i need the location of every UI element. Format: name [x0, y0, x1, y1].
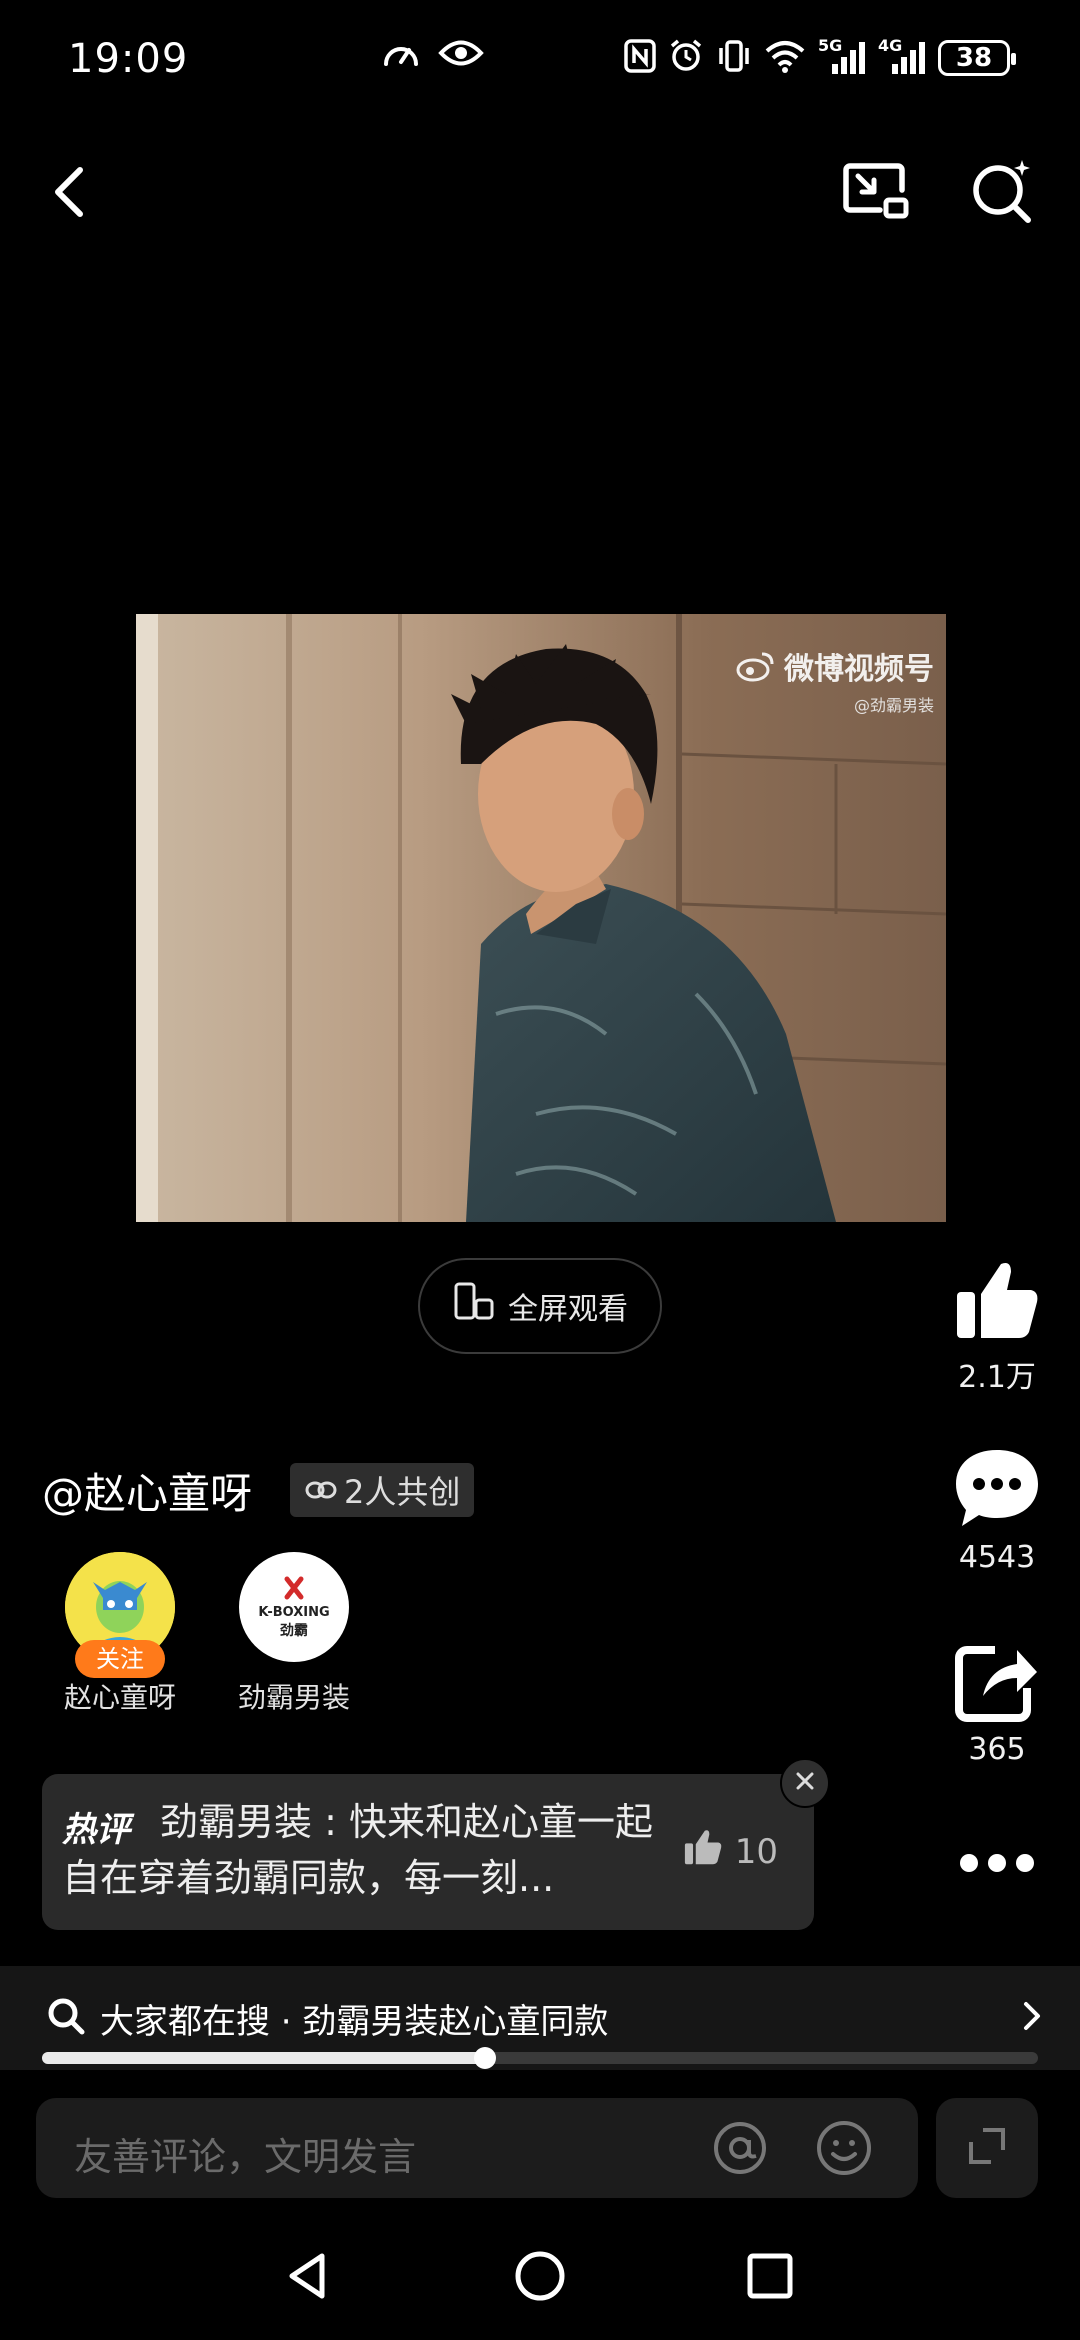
fullscreen-button[interactable]: 全屏观看 — [418, 1258, 662, 1354]
progress-fill — [42, 2052, 486, 2064]
hot-comment-card[interactable]: 热评 劲霸男装 : 快来和赵心童一起自在穿着劲霸同款，每一刻... 10 — [42, 1774, 814, 1930]
emoji-icon[interactable] — [814, 2118, 874, 2182]
avatar[interactable]: 关注 — [65, 1552, 175, 1678]
watermark-brand: 微博视频号 — [784, 652, 934, 687]
eye-icon — [438, 38, 484, 72]
comment-bubble-icon — [952, 1450, 1042, 1534]
cocreate-label: 2人共创 — [344, 1473, 461, 1511]
comment-count: 4543 — [958, 1540, 1036, 1575]
nfc-icon — [624, 39, 656, 77]
search-icon — [46, 1996, 86, 2040]
trending-search-text: 大家都在搜 · 劲霸男装赵心童同款 — [100, 2002, 609, 2042]
creator-jinba[interactable]: K-BOXING 劲霸 劲霸男装 — [224, 1552, 364, 1716]
creator-name: 赵心童呀 — [63, 1681, 176, 1714]
rotate-phone-icon — [452, 1282, 496, 1330]
mention-icon[interactable] — [710, 2118, 770, 2182]
top-nav — [0, 140, 1080, 240]
hot-comment-text: 劲霸男装 : 快来和赵心童一起自在穿着劲霸同款，每一刻... — [62, 1800, 653, 1900]
status-bar: 19:09 5G 4G 38 — [0, 0, 1080, 120]
link-icon — [304, 1471, 338, 1509]
share-button[interactable]: 365 — [932, 1642, 1062, 1767]
close-hot-comment-button[interactable] — [780, 1758, 830, 1808]
expand-comments-button[interactable] — [936, 2098, 1038, 2198]
weibo-logo-icon — [736, 650, 776, 682]
more-dots-icon — [957, 1854, 1037, 1882]
video-watermark: 微博视频号 @劲霸男装 — [736, 644, 934, 716]
expand-icon — [965, 2124, 1009, 2172]
comment-placeholder: 友善评论，文明发言 — [74, 2135, 417, 2179]
fullscreen-label: 全屏观看 — [508, 1292, 628, 1327]
author-name[interactable]: @赵心童呀 — [42, 1460, 252, 1521]
nav-recents-icon[interactable] — [742, 2248, 798, 2308]
share-count: 365 — [968, 1732, 1026, 1767]
comment-button[interactable]: 4543 — [932, 1446, 1062, 1575]
signal-5g-icon: 5G — [818, 36, 866, 76]
ai-search-icon[interactable] — [966, 154, 1040, 228]
status-time: 19:09 — [68, 36, 189, 82]
like-count: 2.1万 — [958, 1360, 1036, 1395]
thumbs-up-icon — [683, 1828, 723, 1875]
kboxing-logo-icon — [281, 1575, 307, 1605]
hot-comment-like-count: 10 — [734, 1831, 778, 1872]
share-icon — [955, 1646, 1039, 1726]
picture-in-picture-icon[interactable] — [840, 156, 910, 226]
back-icon[interactable] — [40, 160, 104, 224]
hot-comment-like[interactable]: 10 — [683, 1828, 778, 1875]
battery-icon: 38 — [938, 40, 1016, 76]
comment-input[interactable]: 友善评论，文明发言 — [36, 2098, 918, 2198]
follow-button[interactable]: 关注 — [75, 1640, 165, 1678]
signal-4g-icon: 4G — [878, 36, 926, 76]
cocreate-badge[interactable]: 2人共创 — [290, 1463, 475, 1517]
avatar[interactable]: K-BOXING 劲霸 — [239, 1552, 349, 1662]
status-indicators-right: 5G 4G 38 — [624, 36, 1016, 78]
nav-home-icon[interactable] — [512, 2248, 568, 2308]
nav-back-triangle-icon[interactable] — [280, 2248, 336, 2308]
video-player[interactable]: 微博视频号 @劲霸男装 — [136, 614, 946, 1222]
status-indicators-left — [382, 36, 484, 74]
wifi-icon — [764, 39, 806, 77]
system-navigation-bar — [0, 2220, 1080, 2340]
thumbs-up-icon — [953, 1263, 1041, 1346]
more-options-button[interactable] — [932, 1848, 1062, 1882]
video-progress-bar[interactable] — [42, 2047, 1038, 2069]
alarm-icon — [668, 38, 704, 78]
chevron-right-icon — [1020, 1996, 1044, 2040]
creator-zhaoxintong[interactable]: 关注 赵心童呀 — [50, 1552, 190, 1716]
creator-name: 劲霸男装 — [237, 1681, 350, 1714]
like-button[interactable]: 2.1万 — [932, 1258, 1062, 1396]
speed-gauge-icon — [382, 36, 420, 74]
close-icon — [794, 1770, 816, 1796]
vibrate-icon — [716, 38, 752, 78]
watermark-account: @劲霸男装 — [853, 696, 934, 715]
